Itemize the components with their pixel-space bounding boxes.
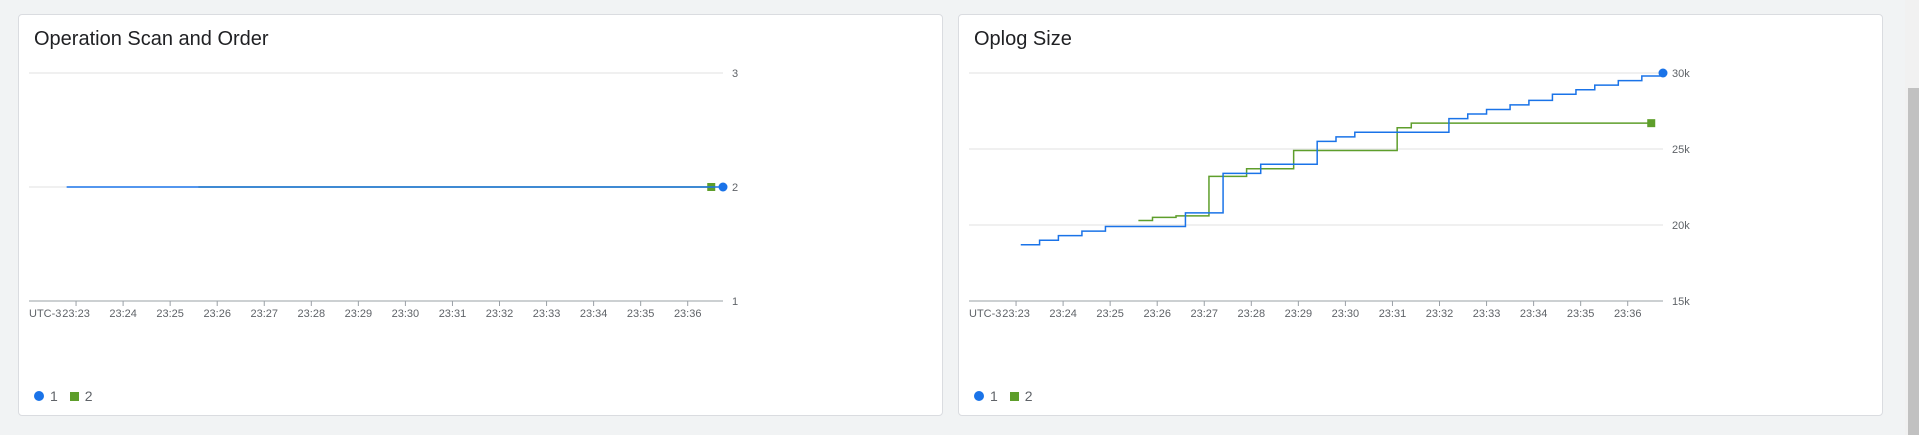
legend-item-1[interactable]: 1 bbox=[974, 388, 998, 404]
legend-label: 2 bbox=[84, 388, 93, 404]
y-tick-label: 1 bbox=[732, 296, 738, 308]
series-line-1[interactable] bbox=[1020, 73, 1664, 246]
x-tick-label: 23:26 bbox=[203, 308, 231, 320]
series-end-marker-1[interactable] bbox=[1658, 68, 1668, 78]
x-tick-label: 23:33 bbox=[533, 308, 561, 320]
legend-square-marker bbox=[1009, 391, 1019, 401]
x-tick-label: 23:30 bbox=[392, 308, 420, 320]
y-tick-label: 2 bbox=[732, 182, 738, 194]
timezone-label: UTC-3 bbox=[29, 308, 61, 320]
legend-label: 1 bbox=[990, 388, 998, 404]
x-tick-label: 23:27 bbox=[1190, 308, 1218, 320]
chart-legend: 1 2 bbox=[34, 388, 93, 404]
timezone-label: UTC-3 bbox=[969, 308, 1001, 320]
x-tick-label: 23:35 bbox=[627, 308, 655, 320]
x-tick-label: 23:26 bbox=[1143, 308, 1171, 320]
legend-square-marker bbox=[69, 391, 79, 401]
series-line-2[interactable] bbox=[1138, 122, 1652, 222]
x-tick-label: 23:24 bbox=[1049, 308, 1077, 320]
x-tick-label: 23:23 bbox=[62, 308, 90, 320]
x-tick-label: 23:28 bbox=[1238, 308, 1266, 320]
chart-panel-oplog-size: Oplog Size 15k 20k 25k 30k UTC-3 23:23 23:24 23… bbox=[958, 14, 1883, 416]
x-tick-label: 23:36 bbox=[674, 308, 702, 320]
x-tick-label: 23:23 bbox=[1002, 308, 1030, 320]
x-tick-label: 23:36 bbox=[1614, 308, 1642, 320]
series-end-marker-1[interactable] bbox=[718, 182, 728, 192]
x-tick-label: 23:28 bbox=[298, 308, 326, 320]
chart-svg-operation-scan[interactable]: 1 2 3 UTC-3 23:23 23:24 23:25 23:26 23:27 23:28 23… bbox=[19, 15, 944, 417]
x-tick-label: 23:31 bbox=[1379, 308, 1407, 320]
x-tick-label: 23:27 bbox=[250, 308, 278, 320]
x-tick-label: 23:33 bbox=[1473, 308, 1501, 320]
legend-label: 1 bbox=[50, 388, 58, 404]
x-tick-label: 23:31 bbox=[439, 308, 467, 320]
y-tick-label: 20k bbox=[1672, 220, 1690, 232]
series-end-marker-2[interactable] bbox=[1647, 119, 1656, 128]
x-tick-label: 23:29 bbox=[1285, 308, 1313, 320]
legend-circle-marker bbox=[974, 391, 984, 401]
x-tick-label: 23:25 bbox=[1096, 308, 1124, 320]
x-tick-label: 23:34 bbox=[580, 308, 608, 320]
legend-label: 2 bbox=[1024, 388, 1033, 404]
y-tick-label: 15k bbox=[1672, 296, 1690, 308]
y-tick-label: 3 bbox=[732, 68, 738, 80]
x-tick-label: 23:29 bbox=[345, 308, 373, 320]
legend-item-1[interactable]: 1 bbox=[34, 388, 58, 404]
chart-panel-operation-scan: Operation Scan and Order 1 2 3 UTC-3 23:23 23… bbox=[18, 14, 943, 416]
x-tick-label: 23:30 bbox=[1332, 308, 1360, 320]
page-scrollbar-thumb[interactable] bbox=[1908, 88, 1919, 435]
y-tick-label: 30k bbox=[1672, 68, 1690, 80]
x-tick-label: 23:35 bbox=[1567, 308, 1595, 320]
x-tick-label: 23:24 bbox=[109, 308, 137, 320]
x-tick-label: 23:25 bbox=[156, 308, 184, 320]
chart-legend: 1 2 bbox=[974, 388, 1033, 404]
chart-svg-oplog-size[interactable]: 15k 20k 25k 30k UTC-3 23:23 23:24 23:25 23:26 23:… bbox=[959, 15, 1884, 417]
legend-circle-marker bbox=[34, 391, 44, 401]
x-tick-label: 23:32 bbox=[1426, 308, 1454, 320]
legend-item-2[interactable]: 2 bbox=[1009, 388, 1033, 404]
x-tick-label: 23:32 bbox=[486, 308, 514, 320]
y-tick-label: 25k bbox=[1672, 144, 1690, 156]
x-tick-label: 23:34 bbox=[1520, 308, 1548, 320]
legend-item-2[interactable]: 2 bbox=[69, 388, 93, 404]
